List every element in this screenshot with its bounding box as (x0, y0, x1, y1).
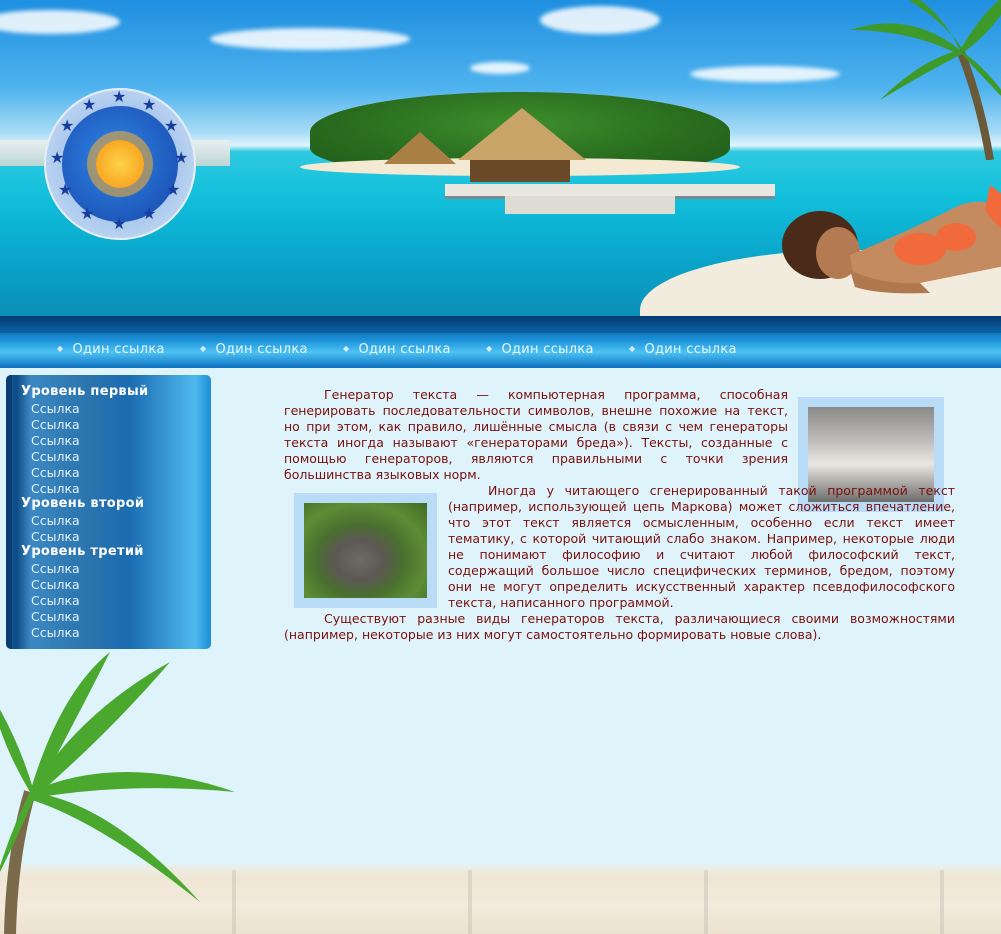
nav-bar: ◆ Один ссылка ◆ Один ссылка ◆ Один ссылка ◆… (0, 316, 1001, 368)
star-icon: ★ (166, 180, 181, 199)
cloud (690, 66, 840, 82)
star-icon: ★ (82, 95, 97, 114)
bullet-icon: ◆ (200, 344, 207, 353)
sidebar-link[interactable]: Ссылка (31, 625, 80, 640)
sidebar-menu: Уровень первый Ссылка Ссылка Ссылка Ссыл… (6, 375, 211, 649)
palm-image (850, 0, 1001, 160)
sidebar-link[interactable]: Ссылка (31, 577, 80, 592)
cloud (210, 28, 410, 50)
nav-link-label: Один ссылка (215, 342, 308, 357)
nav-link-label: Один ссылка (501, 342, 594, 357)
nav-link-label: Один ссылка (358, 342, 451, 357)
sun-logo-icon[interactable]: ★ ★ ★ ★ ★ ★ ★ ★ ★ ★ ★ ★ (44, 88, 196, 240)
star-icon: ★ (80, 204, 95, 223)
paragraph-3: Существуют разные виды генераторов текст… (284, 611, 955, 642)
hut-base (470, 160, 570, 182)
sidebar-link[interactable]: Ссылка (31, 449, 80, 464)
nav-link-1[interactable]: ◆ Один ссылка (57, 342, 165, 357)
sidebar-edge (6, 375, 12, 649)
cloud (0, 10, 120, 34)
star-icon: ★ (142, 95, 157, 114)
sidebar-link[interactable]: Ссылка (31, 481, 80, 496)
woman-image (782, 185, 1001, 294)
nav-top-strip (0, 316, 1001, 333)
star-icon: ★ (164, 116, 179, 135)
hut-roof (384, 132, 456, 164)
sidebar-level-3-title: Уровень третий (21, 544, 144, 559)
bullet-icon: ◆ (629, 344, 636, 353)
sidebar-link[interactable]: Ссылка (31, 513, 80, 528)
bullet-icon: ◆ (486, 344, 493, 353)
sidebar-link[interactable]: Ссылка (31, 609, 80, 624)
sidebar-link[interactable]: Ссылка (31, 433, 80, 448)
nav-link-4[interactable]: ◆ Один ссылка (486, 342, 594, 357)
header-banner: ★ ★ ★ ★ ★ ★ ★ ★ ★ ★ ★ ★ (0, 0, 1001, 316)
sun-icon (96, 140, 144, 188)
star-icon: ★ (112, 87, 127, 106)
nav-link-3[interactable]: ◆ Один ссылка (343, 342, 451, 357)
sidebar-link[interactable]: Ссылка (31, 529, 80, 544)
bullet-icon: ◆ (57, 344, 64, 353)
sidebar-link[interactable]: Ссылка (31, 593, 80, 608)
sidebar-link[interactable]: Ссылка (31, 561, 80, 576)
star-icon: ★ (58, 180, 73, 199)
nav-link-2[interactable]: ◆ Один ссылка (200, 342, 308, 357)
star-icon: ★ (50, 148, 65, 167)
sidebar-link[interactable]: Ссылка (31, 465, 80, 480)
star-icon: ★ (142, 204, 157, 223)
sidebar-level-1-title: Уровень первый (21, 384, 149, 399)
cloud (470, 62, 530, 74)
sidebar-level-2-title: Уровень второй (21, 496, 145, 511)
nav-link-label: Один ссылка (644, 342, 737, 357)
cloud (540, 6, 660, 34)
star-icon: ★ (112, 214, 127, 233)
sidebar-link[interactable]: Ссылка (31, 417, 80, 432)
bullet-icon: ◆ (343, 344, 350, 353)
sidebar-link[interactable]: Ссылка (31, 401, 80, 416)
star-icon: ★ (174, 148, 189, 167)
main-content: Генератор текста — компьютерная программ… (284, 387, 955, 643)
hut-roof (458, 108, 586, 160)
nav-link-label: Один ссылка (72, 342, 165, 357)
paragraph-1: Генератор текста — компьютерная программ… (284, 387, 788, 482)
palm-image (0, 652, 235, 934)
star-icon: ★ (60, 116, 75, 135)
pier (505, 196, 675, 214)
nav-link-5[interactable]: ◆ Один ссылка (629, 342, 737, 357)
paragraph-2: Иногда у читающего сгенерированный такой… (448, 483, 955, 610)
